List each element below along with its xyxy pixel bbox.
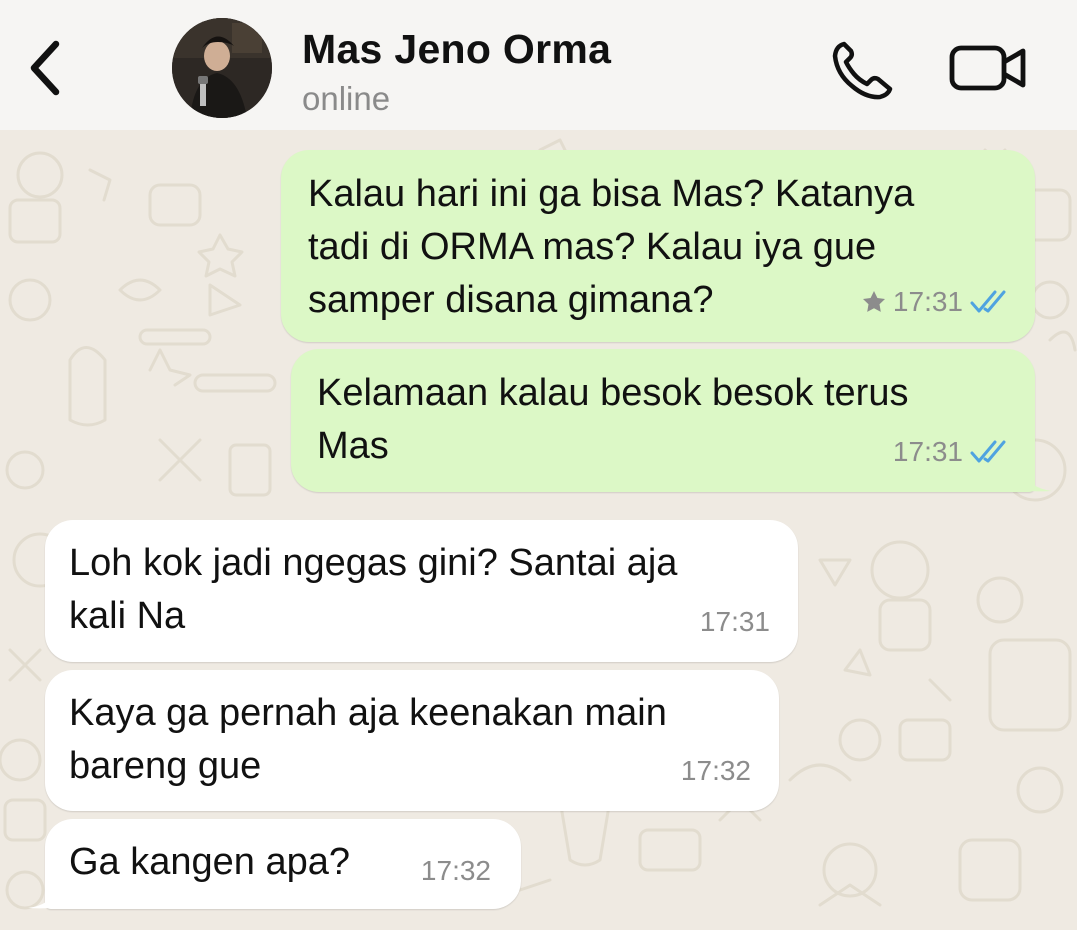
- message-time: 17:32: [680, 755, 751, 786]
- chat-header: Mas Jeno Orma online: [0, 0, 1077, 130]
- message-time: 17:31: [699, 606, 770, 637]
- message-time: 17:31: [892, 286, 963, 317]
- outgoing-message[interactable]: Kalau hari ini ga bisa Mas? Katanya tadi…: [281, 150, 1035, 342]
- incoming-message[interactable]: Ga kangen apa? 17:32: [45, 819, 521, 909]
- message-meta: 17:31: [893, 425, 1009, 478]
- message-text: Kaya ga pernah aja keenakan main bareng …: [69, 692, 667, 787]
- outgoing-message[interactable]: Kelamaan kalau besok besok terus Mas 17:…: [291, 349, 1035, 492]
- back-button[interactable]: [22, 36, 72, 100]
- video-camera-icon: [949, 45, 1026, 91]
- avatar-photo: [172, 18, 272, 118]
- read-ticks-icon: [970, 440, 1006, 462]
- message-text: Loh kok jadi ngegas gini? Santai aja kal…: [69, 542, 678, 637]
- contact-avatar[interactable]: [172, 18, 272, 118]
- star-icon: [862, 290, 885, 312]
- message-meta: 17:32: [681, 744, 751, 797]
- message-time: 17:32: [420, 855, 491, 886]
- voice-call-button[interactable]: [828, 38, 894, 100]
- read-ticks-icon: [970, 290, 1006, 312]
- contact-name[interactable]: Mas Jeno Orma: [302, 26, 611, 73]
- phone-icon: [832, 41, 893, 100]
- message-meta: 17:31: [861, 275, 1009, 328]
- video-call-button[interactable]: [948, 42, 1028, 94]
- incoming-message[interactable]: Loh kok jadi ngegas gini? Santai aja kal…: [45, 520, 798, 662]
- message-time: 17:31: [892, 436, 963, 467]
- message-meta: 17:31: [700, 595, 770, 648]
- contact-status: online: [302, 80, 391, 117]
- incoming-message[interactable]: Kaya ga pernah aja keenakan main bareng …: [45, 670, 779, 811]
- bubble-tail: [1020, 468, 1052, 492]
- message-meta: 17:32: [421, 844, 491, 897]
- bubble-tail: [28, 885, 60, 909]
- chevron-left-icon: [30, 40, 60, 96]
